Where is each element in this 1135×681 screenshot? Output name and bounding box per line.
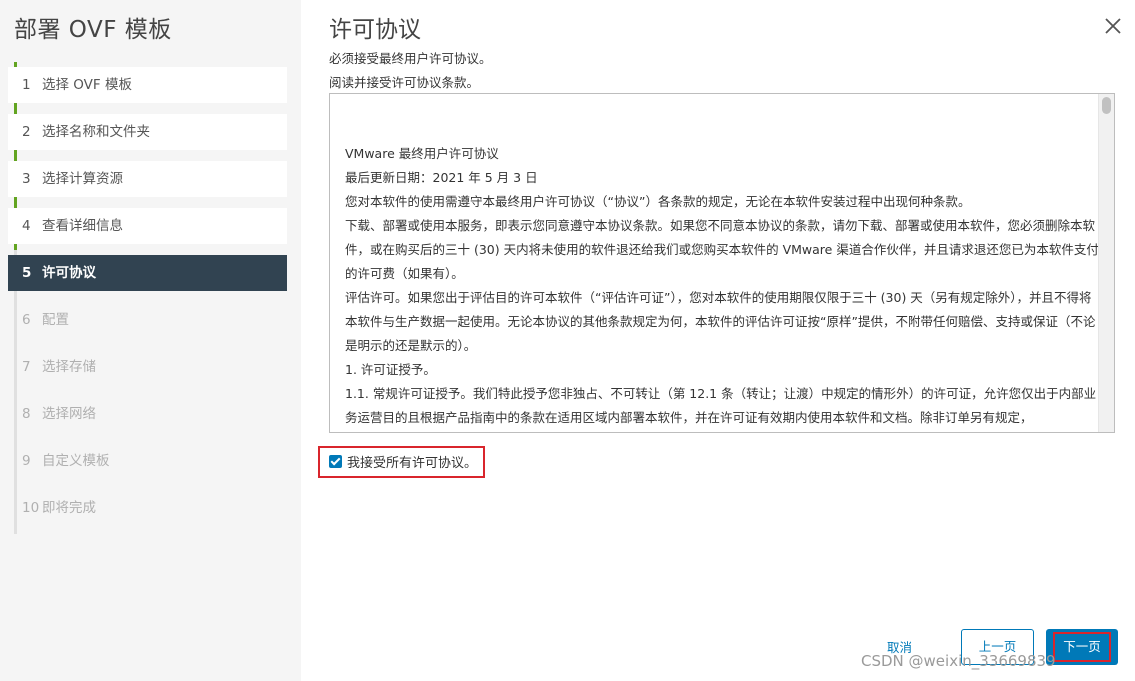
page-title: 许可协议	[329, 17, 421, 43]
eula-line: 您对本软件的使用需遵守本最终用户许可协议（“协议”）各条款的规定，无论在本软件安…	[345, 194, 971, 209]
eula-line: 1. 许可证授予。	[345, 362, 436, 377]
close-icon[interactable]	[1103, 16, 1123, 36]
step-select-name-folder[interactable]: 2 选择名称和文件夹	[8, 114, 287, 150]
step-configuration: 6 配置	[22, 312, 69, 328]
step-ready-to-complete: 10 即将完成	[22, 500, 96, 516]
step-license-agreements[interactable]: 5 许可协议	[8, 255, 287, 291]
next-highlight-box	[1053, 632, 1111, 662]
deploy-ovf-wizard: 部署 OVF 模板 1 选择 OVF 模板 2 选择名称和文件夹 3 选择计算资源 4…	[0, 0, 1135, 681]
instruction-read-accept: 阅读并接受许可协议条款。	[329, 75, 480, 90]
accept-checkbox[interactable]	[329, 455, 342, 468]
eula-line: 1.1. 常规许可证授予。我们特此授予您非独占、不可转让（第 12.1 条（转让…	[345, 386, 1097, 425]
watermark: CSDN @weixin_33669839	[861, 652, 1056, 670]
wizard-sidebar: 部署 OVF 模板 1 选择 OVF 模板 2 选择名称和文件夹 3 选择计算资源 4…	[0, 0, 301, 681]
step-select-networks: 8 选择网络	[22, 406, 96, 422]
eula-content: VMware 最终用户许可协议 最后更新日期：2021 年 5 月 3 日 您对…	[345, 142, 1099, 430]
wizard-content: 许可协议 必须接受最终用户许可协议。 阅读并接受许可协议条款。 VMware 最…	[301, 0, 1135, 681]
eula-scrollbar[interactable]	[1098, 94, 1114, 432]
scrollbar-thumb[interactable]	[1102, 97, 1111, 114]
eula-line: 评估许可。如果您出于评估目的许可本软件（“评估许可证”），您对本软件的使用期限仅…	[345, 290, 1096, 353]
wizard-title: 部署 OVF 模板	[14, 17, 172, 43]
eula-line: 下载、部署或使用本服务，即表示您同意遵守本协议条款。如果您不同意本协议的条款，请…	[345, 218, 1099, 281]
eula-line: 最后更新日期：2021 年 5 月 3 日	[345, 170, 538, 185]
eula-text-box[interactable]: VMware 最终用户许可协议 最后更新日期：2021 年 5 月 3 日 您对…	[329, 93, 1115, 433]
eula-line: VMware 最终用户许可协议	[345, 146, 499, 161]
instruction-must-accept: 必须接受最终用户许可协议。	[329, 51, 492, 66]
step-select-ovf-template[interactable]: 1 选择 OVF 模板	[8, 67, 287, 103]
accept-all-licenses[interactable]: 我接受所有许可协议。	[329, 452, 477, 471]
step-review-details[interactable]: 4 查看详细信息	[8, 208, 287, 244]
step-select-compute-resource[interactable]: 3 选择计算资源	[8, 161, 287, 197]
accept-label: 我接受所有许可协议。	[347, 456, 478, 471]
step-select-storage: 7 选择存储	[22, 359, 96, 375]
step-customize-template: 9 自定义模板	[22, 453, 110, 469]
